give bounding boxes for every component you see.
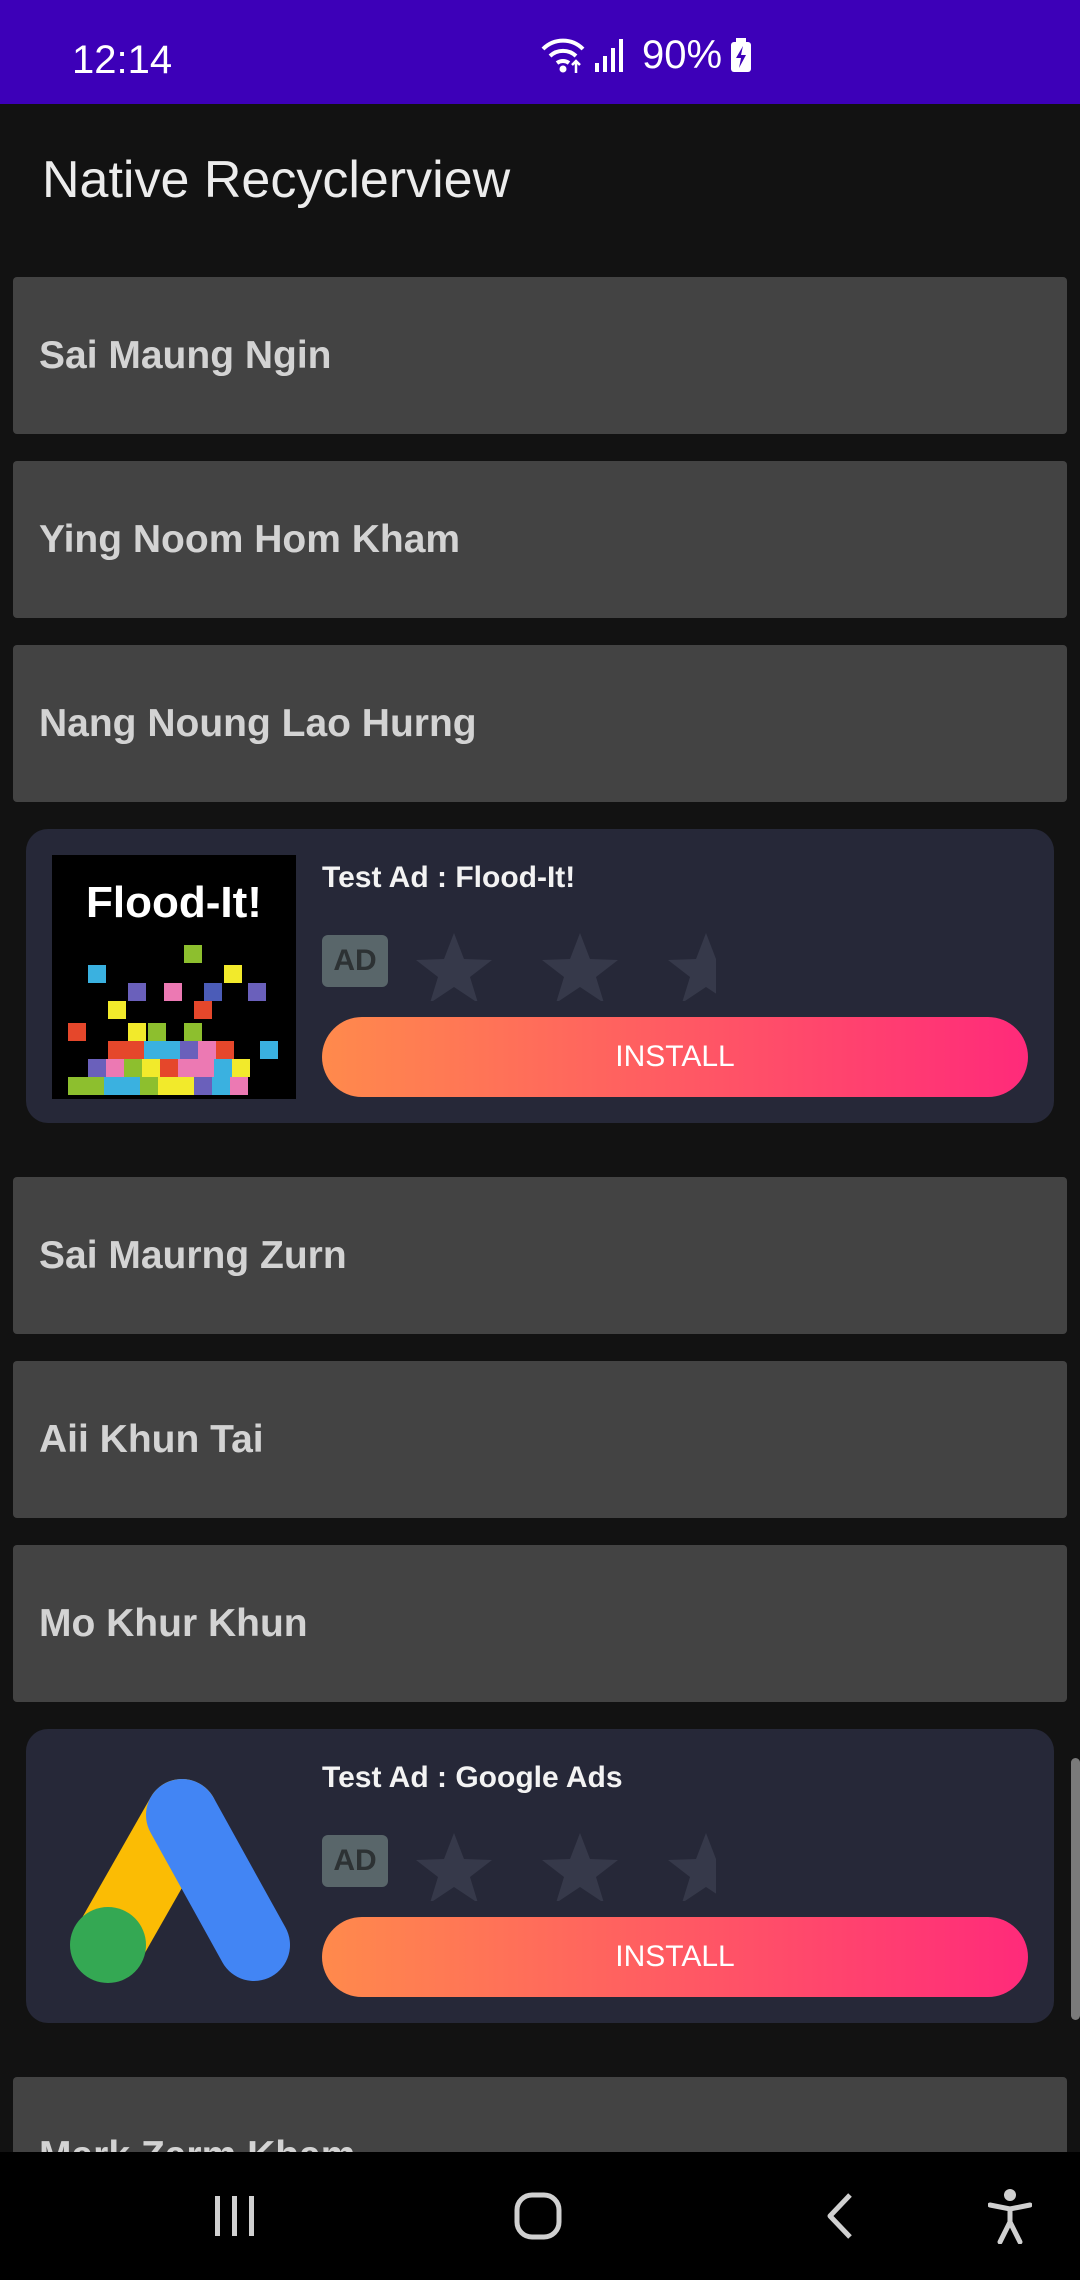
list-item[interactable]: Aii Khun Tai: [13, 1361, 1067, 1518]
rating-stars: [416, 933, 716, 1001]
list-item-label: Sai Maung Ngin: [39, 334, 332, 377]
home-button[interactable]: [488, 2180, 588, 2252]
list-item[interactable]: Mo Khur Khun: [13, 1545, 1067, 1702]
list-item-label: Ying Noom Hom Kham: [39, 518, 461, 561]
recent-apps-button[interactable]: [185, 2180, 285, 2252]
ad-badge: AD: [322, 1835, 388, 1887]
list-item[interactable]: Sai Maurng Zurn: [13, 1177, 1067, 1334]
home-icon: [514, 2192, 562, 2240]
recent-apps-icon: [215, 2196, 254, 2236]
ad-headline[interactable]: Test Ad : Google Ads: [322, 1761, 623, 1795]
list-item[interactable]: Sai Maung Ngin: [13, 277, 1067, 434]
native-ad-card[interactable]: Flood-It! Test Ad: Flood-It! AD INSTALL: [26, 829, 1054, 1123]
ad-media-text: Flood-It!: [86, 878, 262, 927]
recycler-list[interactable]: Sai Maung Ngin Ying Noom Hom Kham Nang N…: [0, 0, 1080, 2152]
list-item-label: Mo Khur Khun: [39, 1602, 308, 1645]
star-icon: [668, 933, 716, 1001]
native-ad-card[interactable]: Test Ad : Google Ads AD INSTALL: [26, 1729, 1054, 2023]
star-icon: [416, 1833, 492, 1901]
flood-it-ad-image: Flood-It!: [52, 855, 296, 1099]
back-icon: [827, 2193, 852, 2239]
star-icon: [542, 933, 618, 1001]
list-item[interactable]: Ying Noom Hom Kham: [13, 461, 1067, 618]
back-button[interactable]: [790, 2180, 890, 2252]
list-item[interactable]: Nang Noung Lao Hurng: [13, 645, 1067, 802]
ad-badge: AD: [322, 935, 388, 987]
star-icon: [668, 1833, 716, 1901]
install-button[interactable]: INSTALL: [322, 1917, 1028, 1997]
scrollbar-thumb[interactable]: [1071, 1758, 1080, 2020]
list-item-label: Nang Noung Lao Hurng: [39, 702, 477, 745]
star-icon: [542, 1833, 618, 1901]
rating-stars: [416, 1833, 716, 1901]
install-button[interactable]: INSTALL: [322, 1017, 1028, 1097]
list-item-label: Sai Maurng Zurn: [39, 1234, 347, 1277]
accessibility-icon: [988, 2189, 1032, 2244]
google-ads-logo: [70, 1779, 290, 1983]
ad-headline[interactable]: Test Ad : Flood-It!: [322, 861, 575, 895]
star-icon: [416, 933, 492, 1001]
list-item-label: Mark Zarm Kham: [39, 2077, 355, 2152]
list-item[interactable]: Mark Zarm Kham: [13, 2077, 1067, 2152]
navigation-bar: [0, 2152, 1080, 2280]
list-item-label: Aii Khun Tai: [39, 1418, 264, 1461]
accessibility-button[interactable]: [960, 2180, 1060, 2252]
